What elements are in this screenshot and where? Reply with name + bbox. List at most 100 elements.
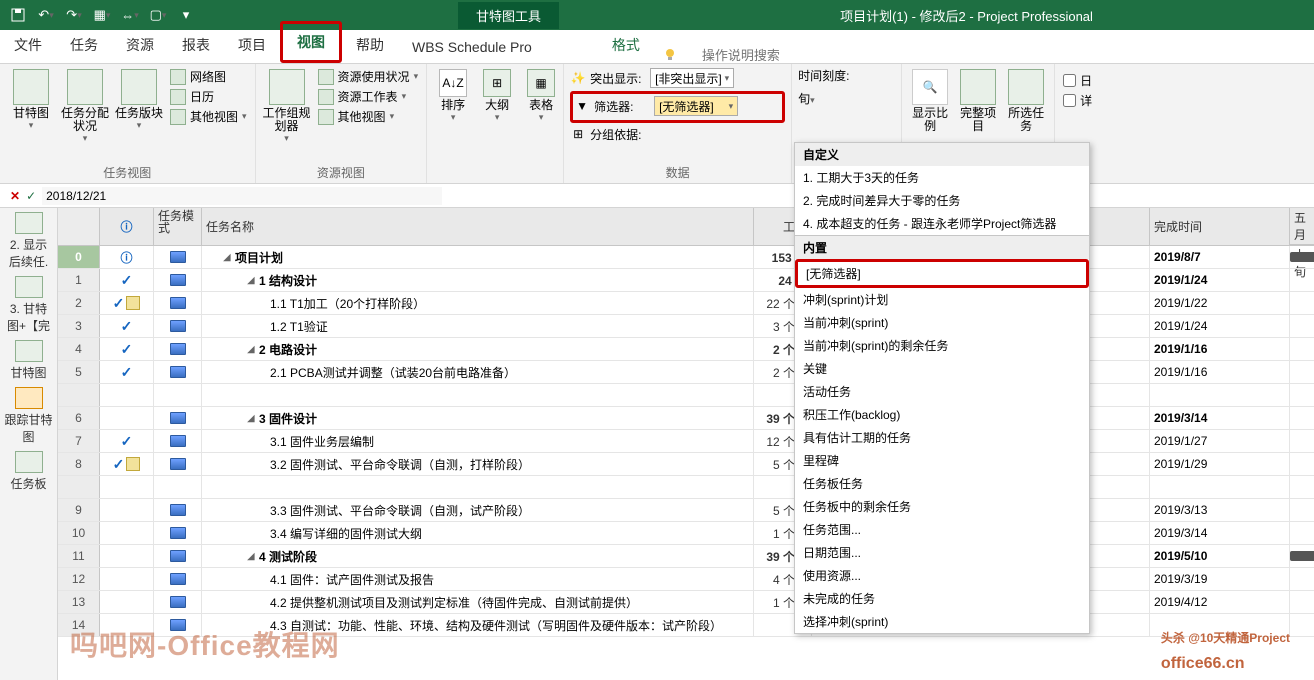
tab-task[interactable]: 任务 — [56, 27, 112, 63]
entire-project-button[interactable]: 完整项目 — [956, 67, 1000, 133]
row-number[interactable]: 5 — [58, 361, 100, 383]
table-row[interactable]: 5✓2.1 PCBA测试并调整（试装20台前电路准备）2 个工2019/1/16 — [58, 361, 1314, 384]
tab-wbs[interactable]: WBS Schedule Pro — [398, 31, 546, 63]
row-number[interactable]: 11 — [58, 545, 100, 567]
cell-name[interactable]: ◢3 固件设计 — [202, 407, 754, 429]
table-row[interactable]: 6◢3 固件设计39 个工2019/3/14 — [58, 407, 1314, 430]
cell-finish[interactable]: 2019/1/22 — [1150, 292, 1290, 314]
dd-builtin-item[interactable]: [无筛选器] — [795, 259, 1089, 288]
row-number[interactable]: 2 — [58, 292, 100, 314]
accept-entry-button[interactable]: ✓ — [26, 189, 36, 203]
dd-builtin-item[interactable]: 具有估计工期的任务 — [795, 426, 1089, 449]
calendar-button[interactable]: 日历 — [168, 87, 249, 106]
cell-name[interactable]: 3.4 编写详细的固件测试大纲 — [202, 522, 754, 544]
outline-toggle-icon[interactable]: ◢ — [246, 551, 256, 562]
cell-finish[interactable] — [1150, 476, 1290, 498]
task-usage-button[interactable]: 任务分配状况▾ — [60, 67, 110, 144]
cell-finish[interactable]: 2019/3/14 — [1150, 407, 1290, 429]
other-res-views-button[interactable]: 其他视图 ▾ — [316, 107, 421, 126]
table-row[interactable]: 14 4.3 自测试：功能、性能、环境、结构及硬件测试（写明固件及硬件版本：试产阶… — [58, 614, 1314, 637]
dd-builtin-item[interactable]: 冲刺(sprint)计划 — [795, 288, 1089, 311]
col-finish[interactable]: 完成时间 — [1150, 208, 1290, 245]
viewbar-item-5[interactable]: 任务板 — [5, 451, 53, 492]
row-number[interactable]: 12 — [58, 568, 100, 590]
cell-finish[interactable]: 2019/5/10 — [1150, 545, 1290, 567]
cell-name[interactable]: 3.3 固件测试、平台命令联调（自测，试产阶段） — [202, 499, 754, 521]
table-row[interactable]: 134.2 提供整机测试项目及测试判定标准（待固件完成、自测试前提供）1 个工2… — [58, 591, 1314, 614]
resource-usage-button[interactable]: 资源使用状况 ▾ — [316, 67, 421, 86]
cell-name[interactable]: 1.1 T1加工（20个打样阶段） — [202, 292, 754, 314]
row-number[interactable]: 9 — [58, 499, 100, 521]
tab-view[interactable]: 视图 — [280, 21, 342, 63]
dd-builtin-item[interactable]: 任务板任务 — [795, 472, 1089, 495]
outline-button[interactable]: ⊞大纲▾ — [477, 67, 517, 123]
dd-custom-item[interactable]: 4. 成本超支的任务 - 跟连永老师学Project筛选器 — [795, 212, 1089, 235]
formula-input[interactable] — [42, 187, 442, 205]
qat-btn-3[interactable]: ▢▾ — [146, 3, 170, 27]
table-row[interactable]: 1✓◢1 结构设计24 个2019/1/24 — [58, 269, 1314, 292]
table-row[interactable]: 2✓1.1 T1加工（20个打样阶段）22 个工2019/1/22 — [58, 292, 1314, 315]
table-row[interactable] — [58, 476, 1314, 499]
cell-name[interactable]: 3.2 固件测试、平台命令联调（自测，打样阶段） — [202, 453, 754, 475]
dd-custom-item[interactable]: 2. 完成时间差异大于零的任务 — [795, 189, 1089, 212]
resource-sheet-button[interactable]: 资源工作表 ▾ — [316, 87, 421, 106]
gantt-chart-button[interactable]: 甘特图▾ — [6, 67, 56, 144]
qat-customize[interactable]: ▾ — [174, 3, 198, 27]
col-task-mode[interactable]: 任务模式 — [154, 208, 202, 245]
cell-finish[interactable]: 2019/1/24 — [1150, 315, 1290, 337]
row-number[interactable]: 0 — [58, 246, 100, 268]
cell-finish[interactable] — [1150, 384, 1290, 406]
row-number[interactable]: 14 — [58, 614, 100, 636]
col-task-name[interactable]: 任务名称 — [202, 208, 754, 245]
cell-name[interactable]: ◢1 结构设计 — [202, 269, 754, 291]
viewbar-item-1[interactable]: 2. 显示后续任. — [5, 212, 53, 270]
filter-dropdown[interactable]: [无筛选器]▾ — [654, 96, 738, 116]
timescale-dropdown[interactable]: 旬▾ — [798, 90, 898, 107]
table-row[interactable]: 93.3 固件测试、平台命令联调（自测，试产阶段）5 个工2019/3/13 — [58, 499, 1314, 522]
table-row[interactable]: 4✓◢2 电路设计2 个工2019/1/16 — [58, 338, 1314, 361]
sort-button[interactable]: A↓Z排序▾ — [433, 67, 473, 123]
row-number[interactable]: 1 — [58, 269, 100, 291]
qat-btn-1[interactable]: ▦▾ — [90, 3, 114, 27]
row-number[interactable]: 8 — [58, 453, 100, 475]
table-row[interactable]: 124.1 固件：试产固件测试及报告4 个工2019/3/19 — [58, 568, 1314, 591]
cell-finish[interactable]: 2019/1/27 — [1150, 430, 1290, 452]
table-row[interactable]: 0ⓘ◢项目计划153 个2019/8/7 — [58, 246, 1314, 269]
cell-name[interactable]: ◢2 电路设计 — [202, 338, 754, 360]
tables-button[interactable]: ▦表格▾ — [521, 67, 561, 123]
dd-builtin-item[interactable]: 当前冲刺(sprint)的剩余任务 — [795, 334, 1089, 357]
cell-name[interactable]: 3.1 固件业务层编制 — [202, 430, 754, 452]
viewbar-item-4[interactable]: 跟踪甘特图 — [5, 387, 53, 445]
redo-button[interactable]: ↷ ▾ — [62, 3, 86, 27]
cell-finish[interactable]: 2019/3/14 — [1150, 522, 1290, 544]
viewbar-item-2[interactable]: 3. 甘特图+【完 — [5, 276, 53, 334]
cell-name[interactable]: 2.1 PCBA测试并调整（试装20台前电路准备） — [202, 361, 754, 383]
tab-project[interactable]: 项目 — [224, 27, 280, 63]
cell-finish[interactable]: 2019/1/16 — [1150, 338, 1290, 360]
dd-builtin-item[interactable]: 任务板中的剩余任务 — [795, 495, 1089, 518]
dd-builtin-item[interactable]: 积压工作(backlog) — [795, 403, 1089, 426]
tab-file[interactable]: 文件 — [0, 27, 56, 63]
dd-builtin-item[interactable]: 使用资源... — [795, 564, 1089, 587]
qat-btn-2[interactable]: ⇔▾ — [118, 3, 142, 27]
row-number[interactable]: 6 — [58, 407, 100, 429]
grid-body[interactable]: 0ⓘ◢项目计划153 个2019/8/71✓◢1 结构设计24 个2019/1/… — [58, 246, 1314, 680]
cell-finish[interactable]: 2019/8/7 — [1150, 246, 1290, 268]
table-row[interactable] — [58, 384, 1314, 407]
tab-report[interactable]: 报表 — [168, 27, 224, 63]
timeline-checkbox[interactable]: 日 — [1061, 71, 1094, 90]
cell-finish[interactable]: 2019/4/12 — [1150, 591, 1290, 613]
outline-toggle-icon[interactable]: ◢ — [246, 413, 256, 424]
cell-name[interactable]: ◢项目计划 — [202, 246, 754, 268]
row-number[interactable]: 13 — [58, 591, 100, 613]
save-button[interactable] — [6, 3, 30, 27]
details-checkbox[interactable]: 详 — [1061, 91, 1094, 110]
undo-button[interactable]: ↶ ▾ — [34, 3, 58, 27]
cell-name[interactable]: 4.3 自测试：功能、性能、环境、结构及硬件测试（写明固件及硬件版本：试产阶段） — [202, 614, 754, 636]
table-row[interactable]: 8✓3.2 固件测试、平台命令联调（自测，打样阶段）5 个工2019/1/29 — [58, 453, 1314, 476]
col-indicators[interactable]: ⓘ — [100, 208, 154, 245]
dd-builtin-item[interactable]: 当前冲刺(sprint) — [795, 311, 1089, 334]
table-row[interactable]: 11◢4 测试阶段39 个工2019/5/10 — [58, 545, 1314, 568]
cell-name[interactable]: 1.2 T1验证 — [202, 315, 754, 337]
zoom-button[interactable]: 🔍显示比例 — [908, 67, 952, 133]
